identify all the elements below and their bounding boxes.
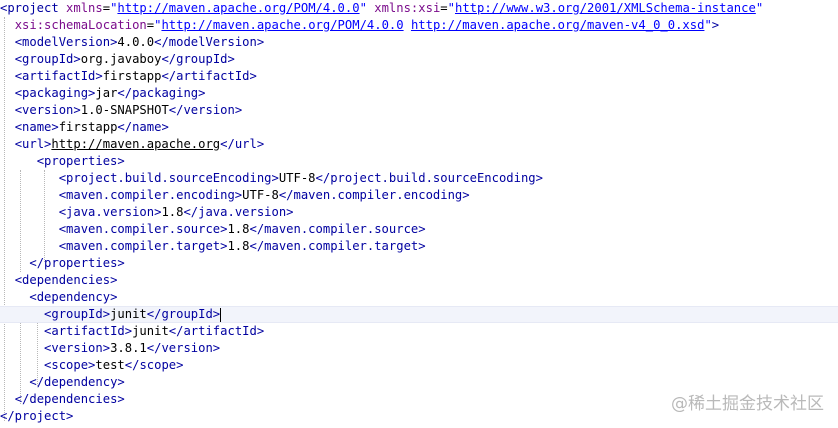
code-line-1: <project xmlns="http://maven.apache.org/… [0,1,764,15]
property-value: UTF-8 [242,188,279,202]
url-link[interactable]: http://maven.apache.org [51,137,220,151]
property-value: 1.8 [161,205,184,219]
property-open-tag: <java.version> [58,205,162,219]
code-line-properties-open: <properties> [0,153,838,170]
dep-scope-open-tag: <scope> [44,358,96,372]
code-line-group-id: <groupId>org.javaboy</groupId> [0,51,838,68]
property-value: 1.8 [227,222,250,236]
property-open-tag: <maven.compiler.encoding> [58,188,243,202]
dependency-close-tag: </dependency> [29,375,125,389]
project-tag-end: > [711,18,720,32]
code-line-model-version: <modelVersion>4.0.0</modelVersion> [0,34,838,51]
properties-close-tag: </properties> [29,256,125,270]
group-id-value: org.javaboy [80,52,162,66]
dep-scope-value: test [95,358,125,372]
code-line-current: <groupId>junit</groupId> [0,306,838,323]
code-line-2: xsi:schemaLocation="http://maven.apache.… [14,18,720,32]
code-line-dep-scope: <scope>test</scope> [0,357,838,374]
property-close-tag: </project.build.sourceEncoding> [315,171,543,185]
property-close-tag: </maven.compiler.encoding> [278,188,470,202]
url-open-tag: <url> [14,137,52,151]
code-line-property: <maven.compiler.source>1.8</maven.compil… [0,221,838,238]
project-close-tag: </project> [0,409,74,423]
dep-version-close-tag: </version> [146,341,221,355]
code-line-dep-version: <version>3.8.1</version> [0,340,838,357]
watermark: @稀土掘金技术社区 [671,389,824,414]
properties-open-tag: <properties> [36,154,125,168]
project-open-tag: <project [0,1,59,15]
xmlns-link[interactable]: http://maven.apache.org/POM/4.0.0 [117,1,359,15]
property-close-tag: </java.version> [183,205,294,219]
schema-location-link-1[interactable]: http://maven.apache.org/POM/4.0.0 [161,18,403,32]
model-version-close-tag: </modelVersion> [154,35,265,49]
packaging-open-tag: <packaging> [14,86,96,100]
dep-group-id-close-tag: </groupId> [146,307,221,321]
artifact-id-value: firstapp [102,69,162,83]
dependency-open-tag: <dependency> [29,290,118,304]
schema-location-attribute: xsi:schemaLocation [14,18,147,32]
artifact-id-open-tag: <artifactId> [14,69,103,83]
property-open-tag: <maven.compiler.target> [58,239,228,253]
artifact-id-close-tag: </artifactId> [161,69,257,83]
property-close-tag: </maven.compiler.source> [249,222,426,236]
property-value: UTF-8 [278,171,316,185]
code-line-artifact-id: <artifactId>firstapp</artifactId> [0,68,838,85]
group-id-close-tag: </groupId> [161,52,235,66]
name-close-tag: </name> [117,120,169,134]
dep-group-id-value: junit [110,307,147,321]
url-close-tag: </url> [220,137,265,151]
packaging-close-tag: </packaging> [117,86,206,100]
name-open-tag: <name> [14,120,59,134]
code-line-version: <version>1.0-SNAPSHOT</version> [0,102,838,119]
code-line-packaging: <packaging>jar</packaging> [0,85,838,102]
dep-group-id-open-tag: <groupId> [44,307,111,321]
dep-artifact-id-open-tag: <artifactId> [44,324,133,338]
version-close-tag: </version> [168,103,243,117]
code-line-url: <url>http://maven.apache.org</url> [0,136,838,153]
version-open-tag: <version> [14,103,81,117]
code-line-property: <maven.compiler.target>1.8</maven.compil… [0,238,838,255]
property-value: 1.8 [227,239,250,253]
name-value: firstapp [58,120,118,134]
dep-artifact-id-close-tag: </artifactId> [168,324,265,338]
dep-version-open-tag: <version> [44,341,111,355]
dep-scope-close-tag: </scope> [124,358,184,372]
watermark-text: @稀土掘金技术社区 [671,394,824,414]
model-version-value: 4.0.0 [117,35,155,49]
schema-location-link-2[interactable]: http://maven.apache.org/maven-v4_0_0.xsd [411,18,705,32]
version-value: 1.0-SNAPSHOT [80,103,169,117]
code-line-property: <project.build.sourceEncoding>UTF-8</pro… [0,170,838,187]
xmlns-xsi-link[interactable]: http://www.w3.org/2001/XMLSchema-instanc… [455,1,756,15]
code-line-dependencies-open: <dependencies> [0,272,838,289]
code-line-property: <maven.compiler.encoding>UTF-8</maven.co… [0,187,838,204]
code-line-name: <name>firstapp</name> [0,119,838,136]
dep-version-value: 3.8.1 [110,341,147,355]
dependencies-close-tag: </dependencies> [14,392,125,406]
group-id-open-tag: <groupId> [14,52,81,66]
xmlns-attribute: xmlns [66,1,103,15]
model-version-open-tag: <modelVersion> [14,35,118,49]
code-line-property: <java.version>1.8</java.version> [0,204,838,221]
code-line-dependency-open: <dependency> [0,289,838,306]
code-line-properties-close: </properties> [0,255,838,272]
dependencies-open-tag: <dependencies> [14,273,118,287]
xmlns-xsi-attribute: xmlns:xsi [374,1,441,15]
packaging-value: jar [95,86,118,100]
property-open-tag: <project.build.sourceEncoding> [58,171,279,185]
dep-artifact-id-value: junit [132,324,169,338]
property-open-tag: <maven.compiler.source> [58,222,228,236]
code-editor[interactable]: <project xmlns="http://maven.apache.org/… [0,0,838,428]
property-close-tag: </maven.compiler.target> [249,239,426,253]
text-caret [220,307,222,322]
code-line-dep-artifact-id: <artifactId>junit</artifactId> [0,323,838,340]
